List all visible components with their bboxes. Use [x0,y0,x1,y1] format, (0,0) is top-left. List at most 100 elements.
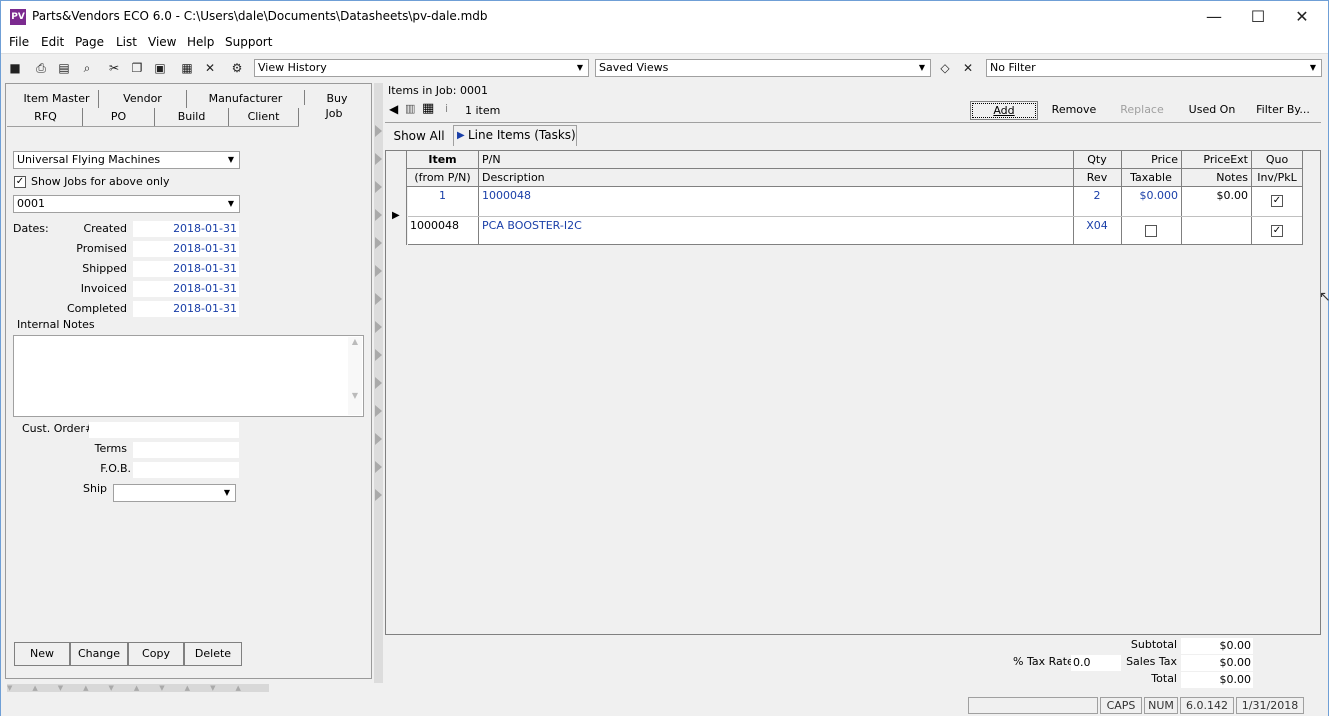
menu-list[interactable]: List [116,35,137,49]
col-pn[interactable]: P/N [482,153,501,166]
view-history-select[interactable]: View History ▼ [254,59,589,77]
cell-item[interactable]: 1 [408,189,477,202]
cell-description[interactable]: PCA BOOSTER-I2C [482,219,582,232]
add-button[interactable]: Add [970,101,1038,120]
col-rev[interactable]: Rev [1074,171,1120,184]
show-jobs-checkbox[interactable]: ✓ [14,176,26,188]
inv-pkl-checkbox[interactable]: ✓ [1271,225,1283,237]
col-from-pn[interactable]: (from P/N) [408,171,477,184]
copy-button[interactable]: Copy [128,642,184,666]
copy-icon[interactable]: ❐ [128,59,146,77]
menu-help[interactable]: Help [187,35,214,49]
cell-rev[interactable]: X04 [1074,219,1120,232]
splitter-arrow-icon[interactable] [375,405,382,417]
tab-client[interactable]: Client [229,108,299,126]
cell-qty[interactable]: 2 [1074,189,1120,202]
paste-icon[interactable]: ▣ [151,59,169,77]
menu-view[interactable]: View [148,35,176,49]
col-price[interactable]: Price [1122,153,1178,166]
nav-first-icon[interactable]: ◀ [389,102,398,116]
replace-button[interactable]: Replace [1109,101,1175,120]
col-item[interactable]: Item [408,153,477,166]
close-button[interactable]: ✕ [1279,1,1325,32]
splitter-arrow-icon[interactable] [375,461,382,473]
cell-price[interactable]: $0.000 [1122,189,1179,202]
delete-icon[interactable]: ✕ [201,59,219,77]
quo-checkbox[interactable]: ✓ [1271,195,1283,207]
cust-order-field[interactable] [89,422,239,438]
terms-field[interactable] [133,442,239,458]
col-priceext[interactable]: PriceExt [1182,153,1248,166]
tab-item-master[interactable]: Item Master [15,90,99,108]
fob-field[interactable] [133,462,239,478]
info-icon[interactable]: i [445,102,448,115]
remove-button[interactable]: Remove [1041,101,1107,120]
tab-vendor[interactable]: Vendor [99,90,187,108]
completed-date-field[interactable]: 2018-01-31 [133,301,239,317]
promised-date-field[interactable]: 2018-01-31 [133,241,239,257]
eraser-icon[interactable]: ◇ [936,59,954,77]
minimize-button[interactable]: — [1191,1,1237,32]
list-view-icon[interactable]: ▥ [405,102,415,115]
change-button[interactable]: Change [70,642,128,666]
menu-edit[interactable]: Edit [41,35,64,49]
splitter-arrow-icon[interactable] [375,321,382,333]
splitter-arrow-icon[interactable] [375,377,382,389]
tab-manufacturer[interactable]: Manufacturer [187,90,305,108]
splitter-arrow-icon[interactable] [375,209,382,221]
tab-show-all[interactable]: Show All [389,126,449,146]
splitter-arrow-icon[interactable] [375,265,382,277]
job-select[interactable]: 0001 ▼ [13,195,240,213]
splitter-arrow-icon[interactable] [375,293,382,305]
filter-by-button[interactable]: Filter By... [1249,101,1317,120]
created-date-field[interactable]: 2018-01-31 [133,221,239,237]
tab-po[interactable]: PO [83,108,155,126]
import-icon[interactable]: ▦ [178,59,196,77]
splitter-arrow-icon[interactable] [375,489,382,501]
client-select[interactable]: Universal Flying Machines ▼ [13,151,240,169]
clear-filter-icon[interactable]: ✕ [959,59,977,77]
settings-icon[interactable]: ⚙ [228,59,246,77]
invoiced-date-field[interactable]: 2018-01-31 [133,281,239,297]
tab-rfq[interactable]: RFQ [9,108,83,126]
filter-select[interactable]: No Filter ▼ [986,59,1322,77]
col-taxable[interactable]: Taxable [1122,171,1180,184]
cell-from-pn[interactable]: 1000048 [410,219,459,232]
print-icon[interactable]: ⎙ [32,59,50,77]
splitter-arrow-icon[interactable] [375,125,382,137]
notes-scrollbar[interactable]: ▲ ▼ [348,337,362,415]
grid-view-icon[interactable]: ▦ [422,101,434,116]
splitter-arrow-icon[interactable] [375,433,382,445]
panel-resize-handle[interactable]: ▼▲▼▲▼▲▼▲▼▲ [7,684,269,692]
cut-icon[interactable]: ✂ [105,59,123,77]
splitter-arrow-icon[interactable] [375,237,382,249]
new-button[interactable]: New [14,642,70,666]
saved-views-select[interactable]: Saved Views ▼ [595,59,931,77]
shipped-date-field[interactable]: 2018-01-31 [133,261,239,277]
menu-file[interactable]: File [9,35,29,49]
used-on-button[interactable]: Used On [1177,101,1247,120]
splitter-arrow-icon[interactable] [375,153,382,165]
col-notes[interactable]: Notes [1182,171,1248,184]
tab-job[interactable]: Job [299,105,369,123]
col-description[interactable]: Description [482,171,545,184]
maximize-button[interactable]: ☐ [1235,1,1281,32]
tab-build[interactable]: Build [155,108,229,126]
ship-select[interactable]: ▼ [113,484,236,502]
splitter-arrow-icon[interactable] [375,181,382,193]
cell-priceext[interactable]: $0.00 [1182,189,1249,202]
tab-line-items[interactable]: ▶ Line Items (Tasks) [453,125,577,146]
col-inv-pkl[interactable]: Inv/PkL [1252,171,1302,184]
print-preview-icon[interactable]: ▤ [55,59,73,77]
col-qty[interactable]: Qty [1074,153,1120,166]
cell-pn[interactable]: 1000048 [482,189,531,202]
menu-support[interactable]: Support [225,35,272,49]
menu-page[interactable]: Page [75,35,104,49]
col-quo[interactable]: Quo [1252,153,1302,166]
taxable-checkbox[interactable] [1145,225,1157,237]
delete-button[interactable]: Delete [184,642,242,666]
find-icon[interactable]: ⌕ [78,59,96,77]
splitter-arrow-icon[interactable] [375,349,382,361]
save-icon[interactable]: ■ [6,59,24,77]
internal-notes-textarea[interactable]: ▲ ▼ [13,335,364,417]
